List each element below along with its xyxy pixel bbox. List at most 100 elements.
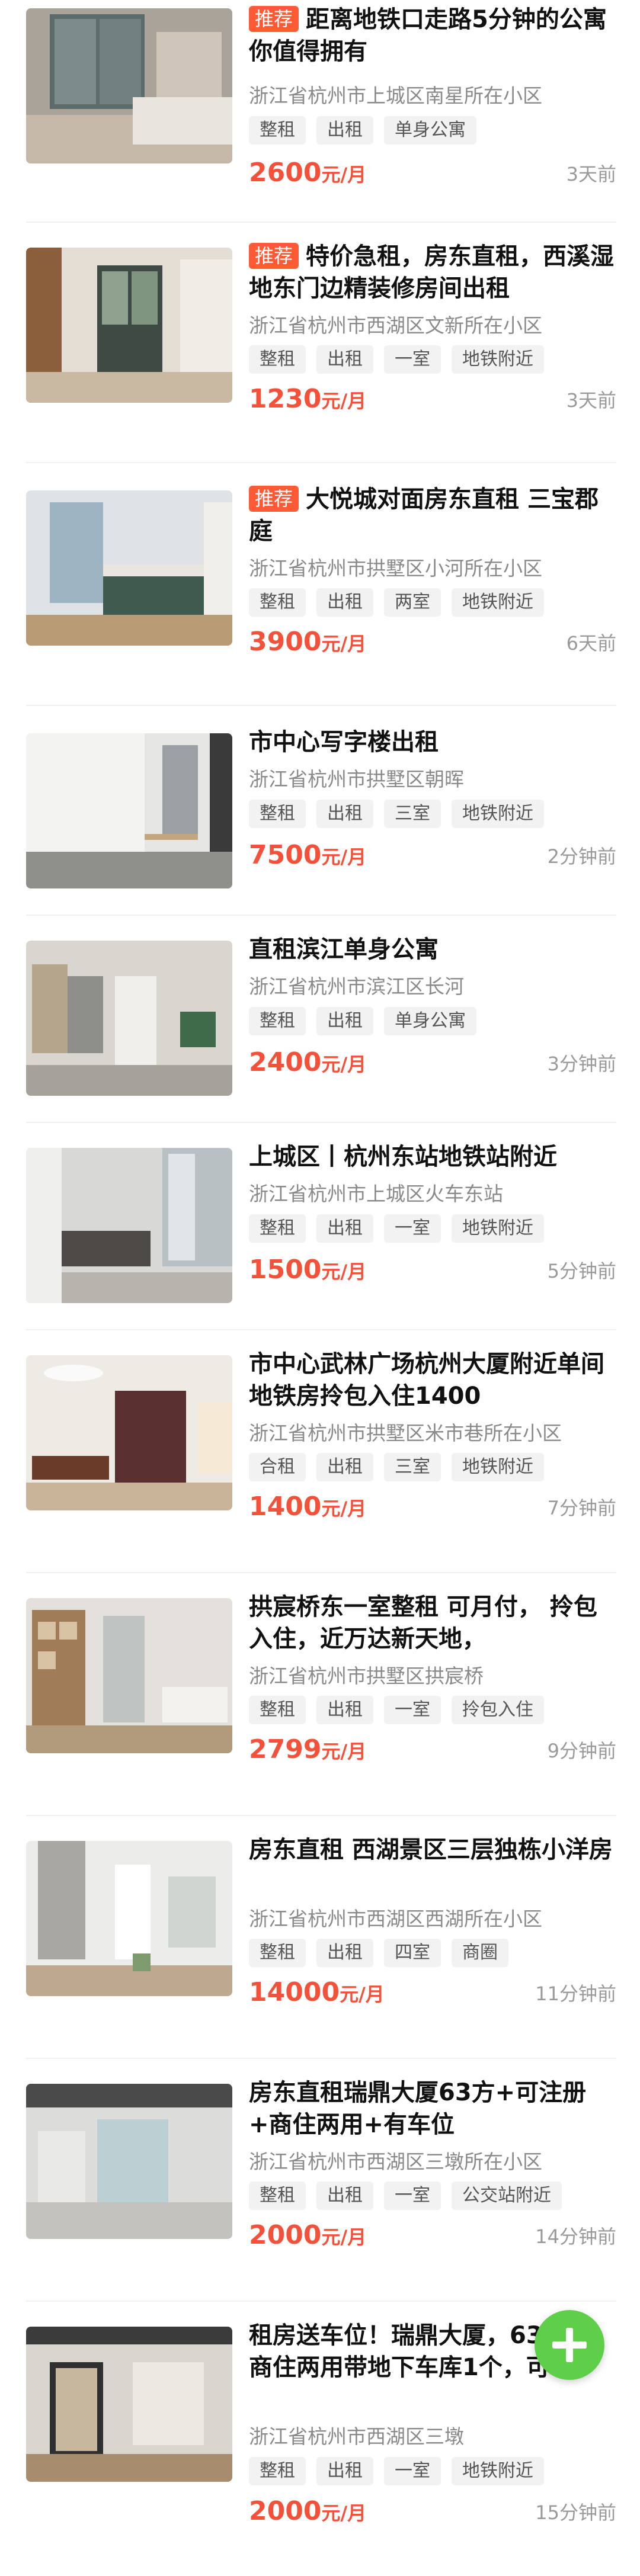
tag: 整租 — [249, 116, 306, 145]
listing-item[interactable]: 推荐 距离地铁口走路5分钟的公寓你值得拥有 浙江省杭州市上城区南星所在小区 整租出… — [0, 0, 640, 225]
listing-title[interactable]: 推荐 大悦城对面房东直租 三宝郡庭 — [249, 483, 616, 547]
listing-thumbnail[interactable] — [26, 248, 232, 403]
tag: 一室 — [384, 2182, 441, 2210]
listing-price: 3900 — [249, 627, 322, 657]
listing-address: 浙江省杭州市西湖区西湖所在小区 — [249, 1907, 542, 1930]
tag: 出租 — [316, 800, 373, 828]
listing-item[interactable]: 市中心写字楼出租 浙江省杭州市拱墅区朝晖 整租 出租 三室 地铁附近 7500元/月 … — [0, 711, 640, 918]
listing-thumbnail[interactable] — [26, 941, 232, 1096]
tag: 三室 — [384, 800, 441, 828]
price-unit: 元/月 — [321, 1740, 367, 1763]
listing-title[interactable]: 房东直租瑞鼎大厦63方+可注册+商住两用+有车位 — [249, 2077, 616, 2141]
listing-tags: 整租 出租 单身公寓 — [249, 116, 487, 145]
listing-time: 5分钟前 — [547, 1260, 616, 1282]
tag: 整租 — [249, 1214, 306, 1243]
listing-thumbnail[interactable] — [26, 733, 232, 888]
price-row: 14000元/月 11分钟前 — [249, 1976, 616, 2009]
listing-thumbnail[interactable] — [26, 1841, 232, 1996]
tag: 公交站附近 — [452, 2182, 562, 2210]
listing-price: 2000 — [249, 2496, 322, 2526]
tag: 商圈 — [452, 1939, 508, 1967]
listing-thumbnail[interactable] — [26, 490, 232, 646]
listing-tags: 整租 出租 四室 商圈 — [249, 1939, 519, 1967]
listing-price: 2400 — [249, 1047, 322, 1077]
listing-title[interactable]: 推荐 距离地铁口走路5分钟的公寓你值得拥有 — [249, 4, 616, 68]
listing-thumbnail[interactable] — [26, 2327, 232, 2482]
divider — [26, 705, 616, 706]
recommend-badge: 推荐 — [249, 6, 299, 32]
price-unit: 元/月 — [321, 390, 367, 412]
add-listing-button[interactable] — [535, 2310, 604, 2380]
listing-price: 14000 — [249, 1977, 340, 2007]
listing-item[interactable]: 房东直租 西湖景区三层独栋小洋房 浙江省杭州市西湖区西湖所在小区 整租 出租 四室商… — [0, 1818, 640, 2061]
listing-title[interactable]: 上城区丨杭州东站地铁站附近 — [249, 1141, 616, 1173]
price-row: 2799元/月 9分钟前 — [249, 1733, 616, 1766]
listing-thumbnail[interactable] — [26, 2084, 232, 2239]
tag: 四室 — [384, 1939, 441, 1967]
divider — [26, 1572, 616, 1573]
tag: 出租 — [316, 2457, 373, 2485]
divider — [26, 222, 616, 223]
price-unit: 元/月 — [321, 1260, 367, 1283]
listing-thumbnail[interactable] — [26, 8, 232, 163]
tag: 整租 — [249, 345, 306, 374]
listing-price: 2000 — [249, 2220, 322, 2250]
listing-title[interactable]: 房东直租 西湖景区三层独栋小洋房 — [249, 1834, 616, 1866]
listing-item[interactable]: 上城区丨杭州东站地铁站附近 浙江省杭州市上城区火车东站 整租 出租 一室 地铁附近 1… — [0, 1125, 640, 1333]
listing-item[interactable]: 直租滨江单身公寓 浙江省杭州市滨江区长河 整租 出租 单身公寓 2400元/月 3分… — [0, 918, 640, 1125]
price-row: 2600元/月 3天前 — [249, 156, 616, 190]
listing-item[interactable]: 房东直租瑞鼎大厦63方+可注册+商住两用+有车位 浙江省杭州市西湖区三墩所在小区… — [0, 2061, 640, 2304]
listing-address: 浙江省杭州市拱墅区小河所在小区 — [249, 557, 542, 580]
tag: 地铁附近 — [452, 1453, 544, 1481]
listing-title[interactable]: 市中心武林广场杭州大厦附近单间地铁房拎包入住1400 — [249, 1348, 616, 1412]
price-row: 2000元/月 15分钟前 — [249, 2495, 616, 2528]
tag: 整租 — [249, 1939, 306, 1967]
listing-title[interactable]: 拱宸桥东一室整租 可月付， 拎包入住，近万达新天地， — [249, 1591, 616, 1655]
tag: 整租 — [249, 2182, 306, 2210]
tag: 出租 — [316, 2182, 373, 2210]
listing-price: 2600 — [249, 158, 322, 188]
listing-title[interactable]: 推荐 特价急租，房东直租，西溪湿地东门边精装修房间出租 — [249, 240, 616, 304]
tag: 单身公寓 — [384, 116, 476, 145]
listing-address: 浙江省杭州市上城区南星所在小区 — [249, 84, 542, 107]
tag: 出租 — [316, 116, 373, 145]
listing-thumbnail[interactable] — [26, 1355, 232, 1510]
listing-address: 浙江省杭州市拱墅区朝晖 — [249, 768, 464, 791]
tag: 地铁附近 — [452, 345, 544, 374]
listing-item[interactable]: 推荐 大悦城对面房东直租 三宝郡庭 浙江省杭州市拱墅区小河所在小区 整租 出租 两室地… — [0, 468, 640, 711]
listing-item[interactable]: 市中心武林广场杭州大厦附近单间地铁房拎包入住1400 浙江省杭州市拱墅区米市巷所… — [0, 1333, 640, 1576]
tag: 地铁附近 — [452, 800, 544, 828]
listing-address: 浙江省杭州市西湖区三墩所在小区 — [249, 2150, 542, 2173]
divider — [26, 1815, 616, 1816]
recommend-badge: 推荐 — [249, 243, 299, 269]
listing-item[interactable]: 拱宸桥东一室整租 可月付， 拎包入住，近万达新天地， 浙江省杭州市拱墅区拱宸桥 … — [0, 1576, 640, 1818]
price-unit: 元/月 — [321, 2226, 367, 2248]
divider — [26, 2058, 616, 2059]
listing-item[interactable]: 推荐 特价急租，房东直租，西溪湿地东门边精装修房间出租 浙江省杭州市西湖区文新所在… — [0, 225, 640, 468]
listing-address: 浙江省杭州市西湖区文新所在小区 — [249, 314, 542, 337]
listing-thumbnail[interactable] — [26, 1598, 232, 1753]
tag: 整租 — [249, 1007, 306, 1035]
divider — [26, 1122, 616, 1123]
price-row: 2400元/月 3分钟前 — [249, 1046, 616, 1079]
listing-address: 浙江省杭州市滨江区长河 — [249, 975, 464, 998]
tag: 地铁附近 — [452, 588, 544, 617]
tag: 出租 — [316, 1453, 373, 1481]
tag: 一室 — [384, 1214, 441, 1243]
listing-title[interactable]: 市中心写字楼出租 — [249, 726, 616, 758]
listing-title[interactable]: 直租滨江单身公寓 — [249, 933, 616, 965]
listing-time: 2分钟前 — [547, 845, 616, 868]
tag: 整租 — [249, 588, 306, 617]
listing-time: 3天前 — [566, 389, 616, 412]
price-row: 1400元/月 7分钟前 — [249, 1490, 616, 1523]
listing-thumbnail[interactable] — [26, 1148, 232, 1303]
price-unit: 元/月 — [321, 1053, 367, 1076]
tag: 合租 — [249, 1453, 306, 1481]
recommend-badge: 推荐 — [249, 486, 299, 512]
price-unit: 元/月 — [321, 163, 367, 186]
tag: 出租 — [316, 1214, 373, 1243]
listing-tags: 整租 出租 一室 公交站附近 — [249, 2182, 572, 2210]
tag: 整租 — [249, 800, 306, 828]
listing-price: 1400 — [249, 1491, 322, 1522]
price-row: 1500元/月 5分钟前 — [249, 1253, 616, 1287]
